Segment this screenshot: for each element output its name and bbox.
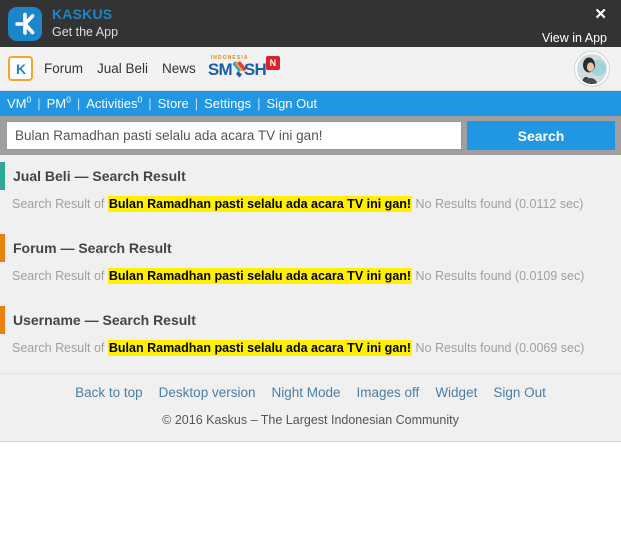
copyright-text: © 2016 Kaskus – The Largest Indonesian C… (0, 413, 621, 441)
subnav-separator: | (37, 96, 41, 111)
footer-links: Back to top Desktop version Night Mode I… (0, 373, 621, 413)
smash-racket-icon (232, 60, 247, 77)
avatar[interactable] (575, 51, 609, 86)
app-banner-actions: ✕ View in App (542, 0, 611, 47)
subnav-label-pm: PM (46, 96, 67, 111)
page-root: KASKUS Get the App ✕ View in App K Forum… (0, 0, 621, 538)
nav-link-jual-beli[interactable]: Jual Beli (97, 61, 148, 76)
app-subtitle: Get the App (52, 25, 119, 40)
result-title: Username — Search Result (13, 312, 196, 328)
subnav-item-activities[interactable]: Activities0 (86, 94, 143, 111)
accent-bar-orange (0, 234, 5, 262)
smash-promo[interactable]: INDONESIA SMASH N (208, 55, 280, 81)
subnav-item-sign-out[interactable]: Sign Out (267, 96, 318, 111)
subnav-separator: | (76, 96, 81, 111)
footer-link-back-to-top[interactable]: Back to top (75, 385, 143, 400)
kaskus-k-icon (8, 6, 42, 41)
app-install-banner: KASKUS Get the App ✕ View in App (0, 0, 621, 47)
result-suffix: No Results found (0.0112 sec) (412, 197, 584, 211)
app-title: KASKUS (52, 5, 113, 22)
subnav-separator: | (257, 96, 261, 111)
smash-new-badge: N (265, 55, 280, 70)
subnav-label-vm: VM (7, 96, 27, 111)
accent-bar-teal (0, 162, 5, 190)
result-prefix: Search Result of (12, 341, 108, 355)
footer-link-images-off[interactable]: Images off (357, 385, 420, 400)
app-banner-text: KASKUS Get the App (52, 6, 118, 41)
subnav-count-pm: 0 (66, 94, 71, 105)
search-input[interactable] (6, 121, 462, 150)
subnav-item-store[interactable]: Store (158, 96, 189, 111)
footer-link-widget[interactable]: Widget (435, 385, 477, 400)
secondary-navigation: VM0 | PM0 | Activities0 | Store | Settin… (0, 91, 621, 116)
subnav-count-vm: 0 (26, 94, 32, 105)
result-suffix: No Results found (0.0109 sec) (412, 269, 585, 283)
subnav-separator: | (194, 96, 199, 111)
smash-word-left: SM (207, 59, 233, 79)
footer-link-desktop-version[interactable]: Desktop version (159, 385, 256, 400)
page-bottom-space (0, 442, 621, 502)
smash-logo-icon[interactable]: INDONESIA SMASH (207, 55, 267, 81)
result-header: Username — Search Result (0, 299, 621, 341)
result-title: Forum — Search Result (13, 240, 172, 256)
subnav-item-vm[interactable]: VM0 (7, 94, 32, 111)
result-query-highlight: Bulan Ramadhan pasti selalu ada acara TV… (107, 340, 413, 356)
result-title: Jual Beli — Search Result (13, 168, 186, 184)
main-navigation: K Forum Jual Beli News INDONESIA SMASH N (0, 47, 621, 91)
subnav-separator: | (148, 96, 152, 111)
result-block-forum: Forum — Search Result Search Result of B… (0, 227, 621, 299)
search-button[interactable]: Search (467, 121, 615, 150)
view-in-app-link[interactable]: View in App (542, 31, 607, 45)
search-bar: Search (0, 116, 621, 155)
footer-link-sign-out[interactable]: Sign Out (493, 385, 546, 400)
subnav-count-activities: 0 (137, 94, 143, 105)
result-summary: Search Result of Bulan Ramadhan pasti se… (0, 340, 621, 371)
result-header: Forum — Search Result (0, 227, 621, 269)
subnav-item-pm[interactable]: PM0 (46, 94, 71, 111)
result-summary: Search Result of Bulan Ramadhan pasti se… (0, 268, 621, 299)
result-prefix: Search Result of (12, 197, 108, 211)
subnav-item-settings[interactable]: Settings (204, 96, 251, 111)
result-suffix: No Results found (0.0069 sec) (412, 341, 585, 355)
result-query-highlight: Bulan Ramadhan pasti selalu ada acara TV… (107, 196, 413, 212)
result-prefix: Search Result of (12, 269, 108, 283)
subnav-label-activities: Activities (86, 96, 138, 111)
nav-link-news[interactable]: News (162, 61, 196, 76)
kaskus-logo-letter: K (15, 60, 26, 77)
footer-link-night-mode[interactable]: Night Mode (271, 385, 340, 400)
result-block-username: Username — Search Result Search Result o… (0, 299, 621, 371)
nav-link-forum[interactable]: Forum (44, 61, 83, 76)
result-block-jual-beli: Jual Beli — Search Result Search Result … (0, 155, 621, 227)
result-summary: Search Result of Bulan Ramadhan pasti se… (0, 196, 621, 227)
result-query-highlight: Bulan Ramadhan pasti selalu ada acara TV… (107, 268, 413, 284)
result-header: Jual Beli — Search Result (0, 155, 621, 197)
search-results: Jual Beli — Search Result Search Result … (0, 155, 621, 373)
accent-bar-orange (0, 306, 5, 334)
close-icon[interactable]: ✕ (594, 7, 607, 22)
kaskus-logo-icon[interactable]: K (8, 56, 33, 81)
